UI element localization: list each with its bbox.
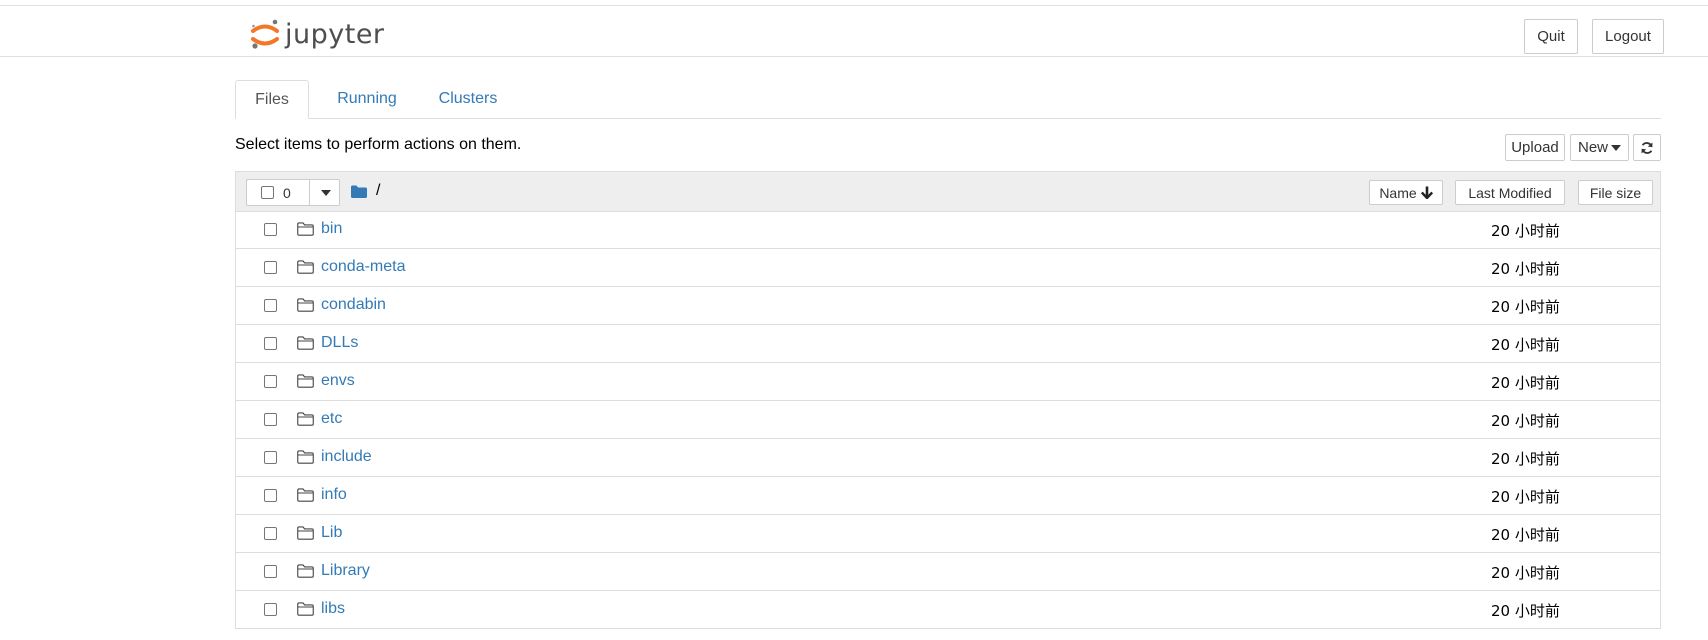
breadcrumb: / bbox=[351, 182, 380, 200]
selected-count: 0 bbox=[283, 184, 291, 201]
item-name-link[interactable]: include bbox=[321, 448, 372, 466]
select-all-checkbox[interactable] bbox=[261, 186, 274, 199]
arrow-down-icon bbox=[1420, 186, 1433, 199]
folder-icon bbox=[297, 564, 314, 578]
new-dropdown-button[interactable]: New bbox=[1570, 134, 1629, 161]
refresh-button[interactable] bbox=[1633, 134, 1661, 161]
select-menu-button[interactable] bbox=[309, 180, 341, 205]
jupyter-logo-icon bbox=[251, 19, 279, 49]
item-checkbox[interactable] bbox=[264, 603, 277, 616]
folder-icon bbox=[297, 336, 314, 350]
item-checkbox[interactable] bbox=[264, 413, 277, 426]
folder-solid-icon[interactable] bbox=[351, 185, 367, 198]
sort-by-modified-button[interactable]: Last Modified bbox=[1455, 180, 1565, 205]
folder-icon bbox=[297, 298, 314, 312]
folder-icon bbox=[297, 602, 314, 616]
list-item[interactable]: Lib 20 小时前 bbox=[235, 515, 1661, 553]
item-checkbox[interactable] bbox=[264, 337, 277, 350]
header-bar: jupyter Quit Logout bbox=[0, 6, 1708, 57]
quit-button[interactable]: Quit bbox=[1524, 19, 1578, 54]
refresh-icon bbox=[1641, 141, 1653, 154]
item-name-link[interactable]: libs bbox=[321, 600, 345, 618]
folder-icon bbox=[297, 488, 314, 502]
tab-clusters[interactable]: Clusters bbox=[423, 80, 513, 118]
item-modified: 20 小时前 bbox=[1491, 526, 1560, 544]
list-item[interactable]: bin 20 小时前 bbox=[235, 211, 1661, 249]
item-name-link[interactable]: etc bbox=[321, 410, 342, 428]
item-name-link[interactable]: bin bbox=[321, 220, 342, 238]
item-name-link[interactable]: DLLs bbox=[321, 334, 358, 352]
item-modified: 20 小时前 bbox=[1491, 374, 1560, 392]
folder-icon bbox=[297, 260, 314, 274]
item-modified: 20 小时前 bbox=[1491, 298, 1560, 316]
item-modified: 20 小时前 bbox=[1491, 336, 1560, 354]
item-checkbox[interactable] bbox=[264, 451, 277, 464]
item-modified: 20 小时前 bbox=[1491, 602, 1560, 620]
logo-text: jupyter bbox=[285, 18, 385, 50]
tab-bar: Files Running Clusters bbox=[235, 80, 1661, 119]
item-modified: 20 小时前 bbox=[1491, 412, 1560, 430]
item-checkbox[interactable] bbox=[264, 223, 277, 236]
item-modified: 20 小时前 bbox=[1491, 222, 1560, 240]
list-item[interactable]: DLLs 20 小时前 bbox=[235, 325, 1661, 363]
item-checkbox[interactable] bbox=[264, 489, 277, 502]
item-modified: 20 小时前 bbox=[1491, 564, 1560, 582]
list-item[interactable]: libs 20 小时前 bbox=[235, 591, 1661, 629]
caret-down-icon bbox=[1611, 144, 1621, 151]
item-modified: 20 小时前 bbox=[1491, 488, 1560, 506]
item-checkbox[interactable] bbox=[264, 261, 277, 274]
list-item[interactable]: envs 20 小时前 bbox=[235, 363, 1661, 401]
folder-icon bbox=[297, 222, 314, 236]
item-name-link[interactable]: envs bbox=[321, 372, 355, 390]
folder-icon bbox=[297, 412, 314, 426]
item-checkbox[interactable] bbox=[264, 375, 277, 388]
logout-button[interactable]: Logout bbox=[1592, 19, 1664, 54]
item-checkbox[interactable] bbox=[264, 299, 277, 312]
item-modified: 20 小时前 bbox=[1491, 260, 1560, 278]
item-name-link[interactable]: conda-meta bbox=[321, 258, 406, 276]
item-name-link[interactable]: Lib bbox=[321, 524, 342, 542]
item-modified: 20 小时前 bbox=[1491, 450, 1560, 468]
folder-icon bbox=[297, 374, 314, 388]
tab-files[interactable]: Files bbox=[235, 80, 309, 119]
list-item[interactable]: etc 20 小时前 bbox=[235, 401, 1661, 439]
folder-icon bbox=[297, 450, 314, 464]
file-list: bin 20 小时前 conda-meta 20 小时前 condabin 20… bbox=[235, 211, 1661, 629]
sort-name-label: Name bbox=[1379, 184, 1417, 201]
jupyter-logo[interactable]: jupyter bbox=[250, 14, 390, 54]
new-label: New bbox=[1577, 139, 1608, 156]
list-item[interactable]: conda-meta 20 小时前 bbox=[235, 249, 1661, 287]
sort-by-name-button[interactable]: Name bbox=[1369, 180, 1443, 205]
item-name-link[interactable]: condabin bbox=[321, 296, 386, 314]
list-item[interactable]: include 20 小时前 bbox=[235, 439, 1661, 477]
sort-by-size-button[interactable]: File size bbox=[1578, 180, 1653, 205]
item-checkbox[interactable] bbox=[264, 527, 277, 540]
select-all-toggle[interactable]: 0 bbox=[247, 180, 309, 205]
item-name-link[interactable]: Library bbox=[321, 562, 370, 580]
upload-button[interactable]: Upload bbox=[1505, 134, 1565, 161]
list-item[interactable]: condabin 20 小时前 bbox=[235, 287, 1661, 325]
selection-hint: Select items to perform actions on them. bbox=[235, 136, 522, 153]
list-item[interactable]: info 20 小时前 bbox=[235, 477, 1661, 515]
item-name-link[interactable]: info bbox=[321, 486, 347, 504]
item-checkbox[interactable] bbox=[264, 565, 277, 578]
tab-running[interactable]: Running bbox=[317, 80, 417, 118]
folder-icon bbox=[297, 526, 314, 540]
list-item[interactable]: Library 20 小时前 bbox=[235, 553, 1661, 591]
file-list-header: 0 / Name Last Modified File size bbox=[235, 171, 1661, 212]
select-all-group: 0 bbox=[246, 179, 340, 206]
breadcrumb-path[interactable]: / bbox=[376, 182, 380, 200]
caret-down-icon bbox=[320, 189, 331, 196]
